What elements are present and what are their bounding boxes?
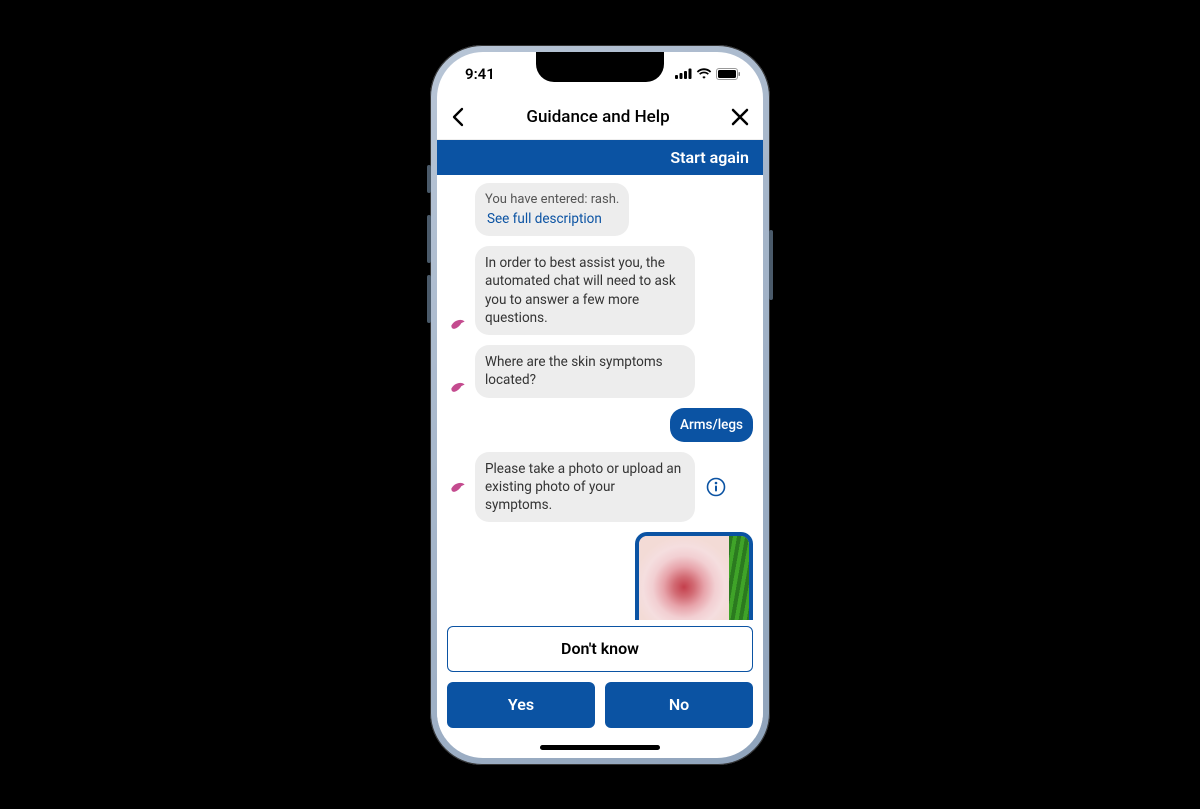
close-button[interactable] [731, 108, 749, 126]
power-button [769, 230, 773, 300]
back-button[interactable] [451, 107, 465, 127]
dont-know-button[interactable]: Don't know [447, 626, 753, 672]
see-full-description-link[interactable]: See full description [485, 208, 619, 228]
photo-background-grass [729, 536, 749, 619]
hummingbird-icon [448, 377, 468, 397]
button-label: No [669, 695, 689, 714]
bot-message-row: You have entered: rash. See full descrip… [447, 183, 753, 237]
bot-message-row: In order to best assist you, the automat… [447, 246, 753, 335]
hummingbird-icon [448, 314, 468, 334]
bot-message: In order to best assist you, the automat… [475, 246, 695, 335]
no-button[interactable]: No [605, 682, 753, 728]
chevron-left-icon [451, 107, 465, 127]
start-again-label: Start again [670, 148, 749, 167]
bot-avatar [447, 214, 469, 236]
button-label: Don't know [561, 639, 639, 658]
cellular-signal-icon [675, 68, 692, 79]
volume-up-button [427, 215, 431, 263]
side-button [427, 165, 431, 193]
bot-message-row: Where are the skin symptoms located? [447, 345, 753, 397]
entered-label: You have entered: rash. [485, 191, 619, 209]
bot-message: You have entered: rash. See full descrip… [475, 183, 629, 237]
phone-screen: 9:41 Guidance and Help [437, 52, 763, 758]
home-indicator-area [437, 738, 763, 758]
hummingbird-icon [448, 477, 468, 497]
volume-down-button [427, 275, 431, 323]
close-icon [731, 108, 749, 126]
phone-frame: 9:41 Guidance and Help [430, 45, 770, 765]
bot-avatar [447, 376, 469, 398]
button-label: Yes [508, 695, 534, 714]
user-message-row: Arms/legs [447, 408, 753, 442]
user-photo-row [447, 532, 753, 619]
bot-message: Please take a photo or upload an existin… [475, 452, 695, 523]
chat-area: You have entered: rash. See full descrip… [437, 175, 763, 620]
yes-button[interactable]: Yes [447, 682, 595, 728]
rash-photo-content [639, 536, 729, 619]
nav-bar: Guidance and Help [437, 96, 763, 140]
user-message: Arms/legs [670, 408, 753, 442]
info-button[interactable] [705, 476, 727, 498]
status-time: 9:41 [465, 65, 495, 83]
start-again-bar[interactable]: Start again [437, 140, 763, 175]
bot-message: Where are the skin symptoms located? [475, 345, 695, 397]
answer-buttons: Don't know Yes No [437, 620, 763, 738]
home-indicator[interactable] [540, 745, 660, 750]
bot-avatar [447, 313, 469, 335]
wifi-icon [696, 68, 712, 79]
bot-avatar [447, 476, 469, 498]
notch [536, 52, 664, 82]
info-icon [706, 477, 726, 497]
uploaded-photo[interactable] [635, 532, 753, 619]
battery-icon [716, 68, 741, 80]
page-title: Guidance and Help [526, 107, 669, 127]
bot-message-row: Please take a photo or upload an existin… [447, 452, 753, 523]
